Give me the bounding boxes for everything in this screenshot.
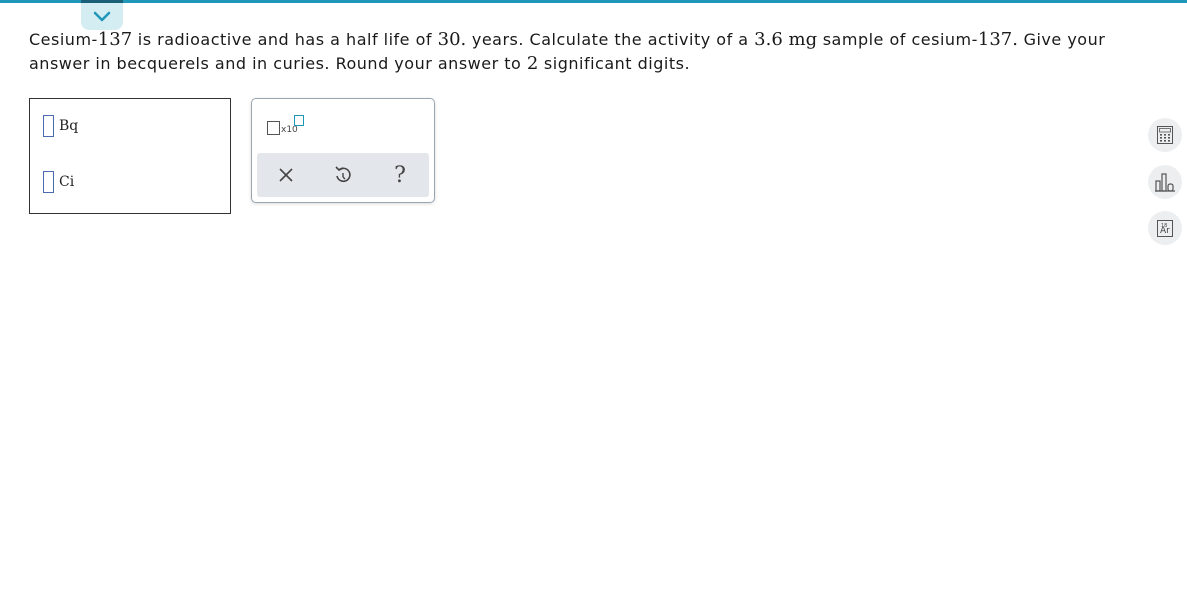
top-accent-bar — [0, 0, 1187, 3]
periodic-table-button[interactable]: 18 Ar — [1148, 211, 1182, 245]
x10-label: x10 — [281, 125, 298, 135]
data-chart-icon — [1155, 173, 1175, 192]
scientific-notation-button[interactable]: x10 — [267, 113, 307, 139]
periodic-table-icon: 18 Ar — [1157, 219, 1173, 237]
math-tool-panel: x10 ? — [251, 98, 435, 203]
unit-label-ci: Ci — [59, 174, 75, 190]
calculator-icon — [1157, 126, 1173, 144]
data-chart-button[interactable] — [1148, 165, 1182, 199]
answer-row-bq: Bq — [43, 115, 78, 137]
help-button[interactable]: ? — [380, 153, 420, 197]
ci-input[interactable] — [43, 171, 54, 193]
answer-row-ci: Ci — [43, 171, 74, 193]
undo-button[interactable] — [323, 153, 363, 197]
exponent-placeholder-icon — [294, 115, 304, 126]
unit-label-bq: Bq — [59, 118, 79, 134]
undo-icon — [335, 166, 351, 183]
clear-button[interactable] — [266, 153, 306, 197]
close-icon — [279, 168, 293, 182]
action-bar: ? — [257, 153, 429, 197]
answer-box: Bq Ci — [29, 98, 231, 214]
help-icon: ? — [394, 163, 406, 187]
question-text: Cesium-137 is radioactive and has a half… — [29, 29, 1106, 74]
base-placeholder-icon — [267, 121, 280, 135]
bq-input[interactable] — [43, 115, 54, 137]
calculator-button[interactable] — [1148, 118, 1182, 152]
svg-text:?: ? — [394, 163, 406, 187]
chevron-down-icon — [93, 11, 111, 22]
collapse-question-tab[interactable] — [81, 0, 123, 30]
